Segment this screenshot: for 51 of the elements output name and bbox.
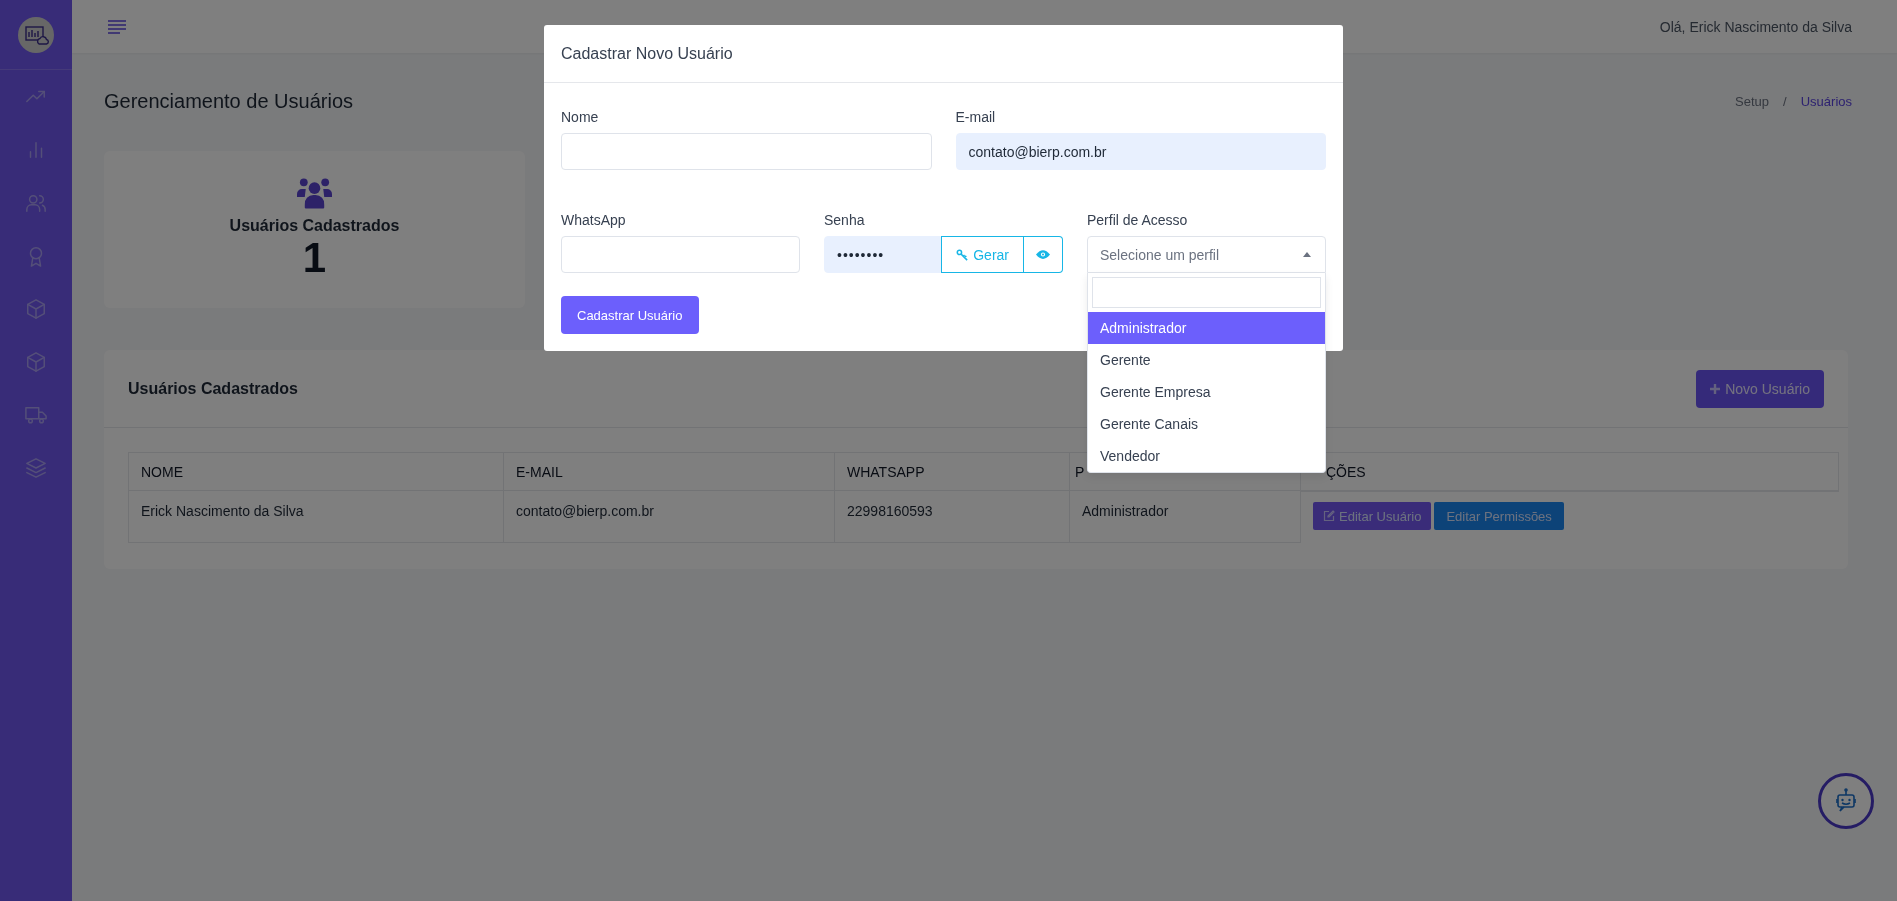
users-icon[interactable] xyxy=(25,192,47,214)
column-header: ÇÕES xyxy=(1300,452,1839,491)
column-header: WHATSAPP xyxy=(834,452,1070,491)
box-icon[interactable] xyxy=(25,351,47,373)
edit-user-button[interactable]: Editar Usuário xyxy=(1313,502,1432,530)
password-input[interactable]: •••••••• xyxy=(824,236,942,273)
breadcrumb-link[interactable]: Setup xyxy=(1735,93,1770,109)
dropdown-option[interactable]: Gerente Empresa xyxy=(1088,376,1325,408)
search-input[interactable] xyxy=(1092,277,1321,308)
column-header: NOME xyxy=(128,452,504,491)
greeting-text: Olá, Erick Nascimento da Silva xyxy=(1659,18,1852,35)
profile-select[interactable]: Selecione um perfil xyxy=(1087,236,1326,273)
submit-button[interactable]: Cadastrar Usuário xyxy=(561,296,699,334)
chatbot-button[interactable] xyxy=(1818,773,1874,829)
key-icon xyxy=(956,248,969,261)
box-icon[interactable] xyxy=(25,298,47,320)
field-label: Perfil de Acesso xyxy=(1087,212,1189,228)
logo-icon[interactable] xyxy=(18,16,54,53)
page-title: Gerenciamento de Usuários xyxy=(104,89,353,113)
dropdown-option[interactable]: Gerente Canais xyxy=(1088,408,1325,440)
caret-icon xyxy=(1303,252,1311,257)
whatsapp-input[interactable] xyxy=(561,236,800,273)
field-label: E-mail xyxy=(955,109,997,125)
field-label: Senha xyxy=(824,212,866,228)
dropdown-option[interactable]: Gerente xyxy=(1088,344,1325,376)
dropdown-option[interactable]: Administrador xyxy=(1088,312,1325,344)
table-cell: 22998160593 xyxy=(834,490,1070,542)
card-title: Usuários Cadastrados xyxy=(128,379,298,398)
breadcrumb-separator: / xyxy=(1783,93,1787,109)
table-cell: Administrador xyxy=(1069,490,1301,542)
new-user-button[interactable]: Novo Usuário xyxy=(1696,369,1824,408)
truck-icon[interactable] xyxy=(25,404,47,426)
email-input[interactable]: contato@bierp.com.br xyxy=(955,133,1326,170)
show-password-button[interactable] xyxy=(1024,236,1063,273)
eye-icon xyxy=(1036,250,1050,259)
menu-icon[interactable] xyxy=(108,19,126,34)
name-input[interactable] xyxy=(561,133,932,170)
breadcrumb-link[interactable]: Usuários xyxy=(1800,93,1852,109)
stat-label: Usuários Cadastrados xyxy=(229,217,400,235)
stat-value: 1 xyxy=(302,235,327,281)
generate-button[interactable]: Gerar xyxy=(941,236,1024,273)
field-label: WhatsApp xyxy=(561,212,627,228)
edit-icon xyxy=(1323,510,1335,522)
modal-title: Cadastrar Novo Usuário xyxy=(561,44,733,63)
table-cell: Erick Nascimento da Silva xyxy=(128,490,504,542)
users-icon xyxy=(297,177,332,209)
field-label: Nome xyxy=(561,109,600,125)
column-header: E-MAIL xyxy=(503,452,835,491)
plus-icon xyxy=(1710,383,1721,394)
table-cell: contato@bierp.com.br xyxy=(503,490,835,542)
layers-icon[interactable] xyxy=(25,457,47,479)
